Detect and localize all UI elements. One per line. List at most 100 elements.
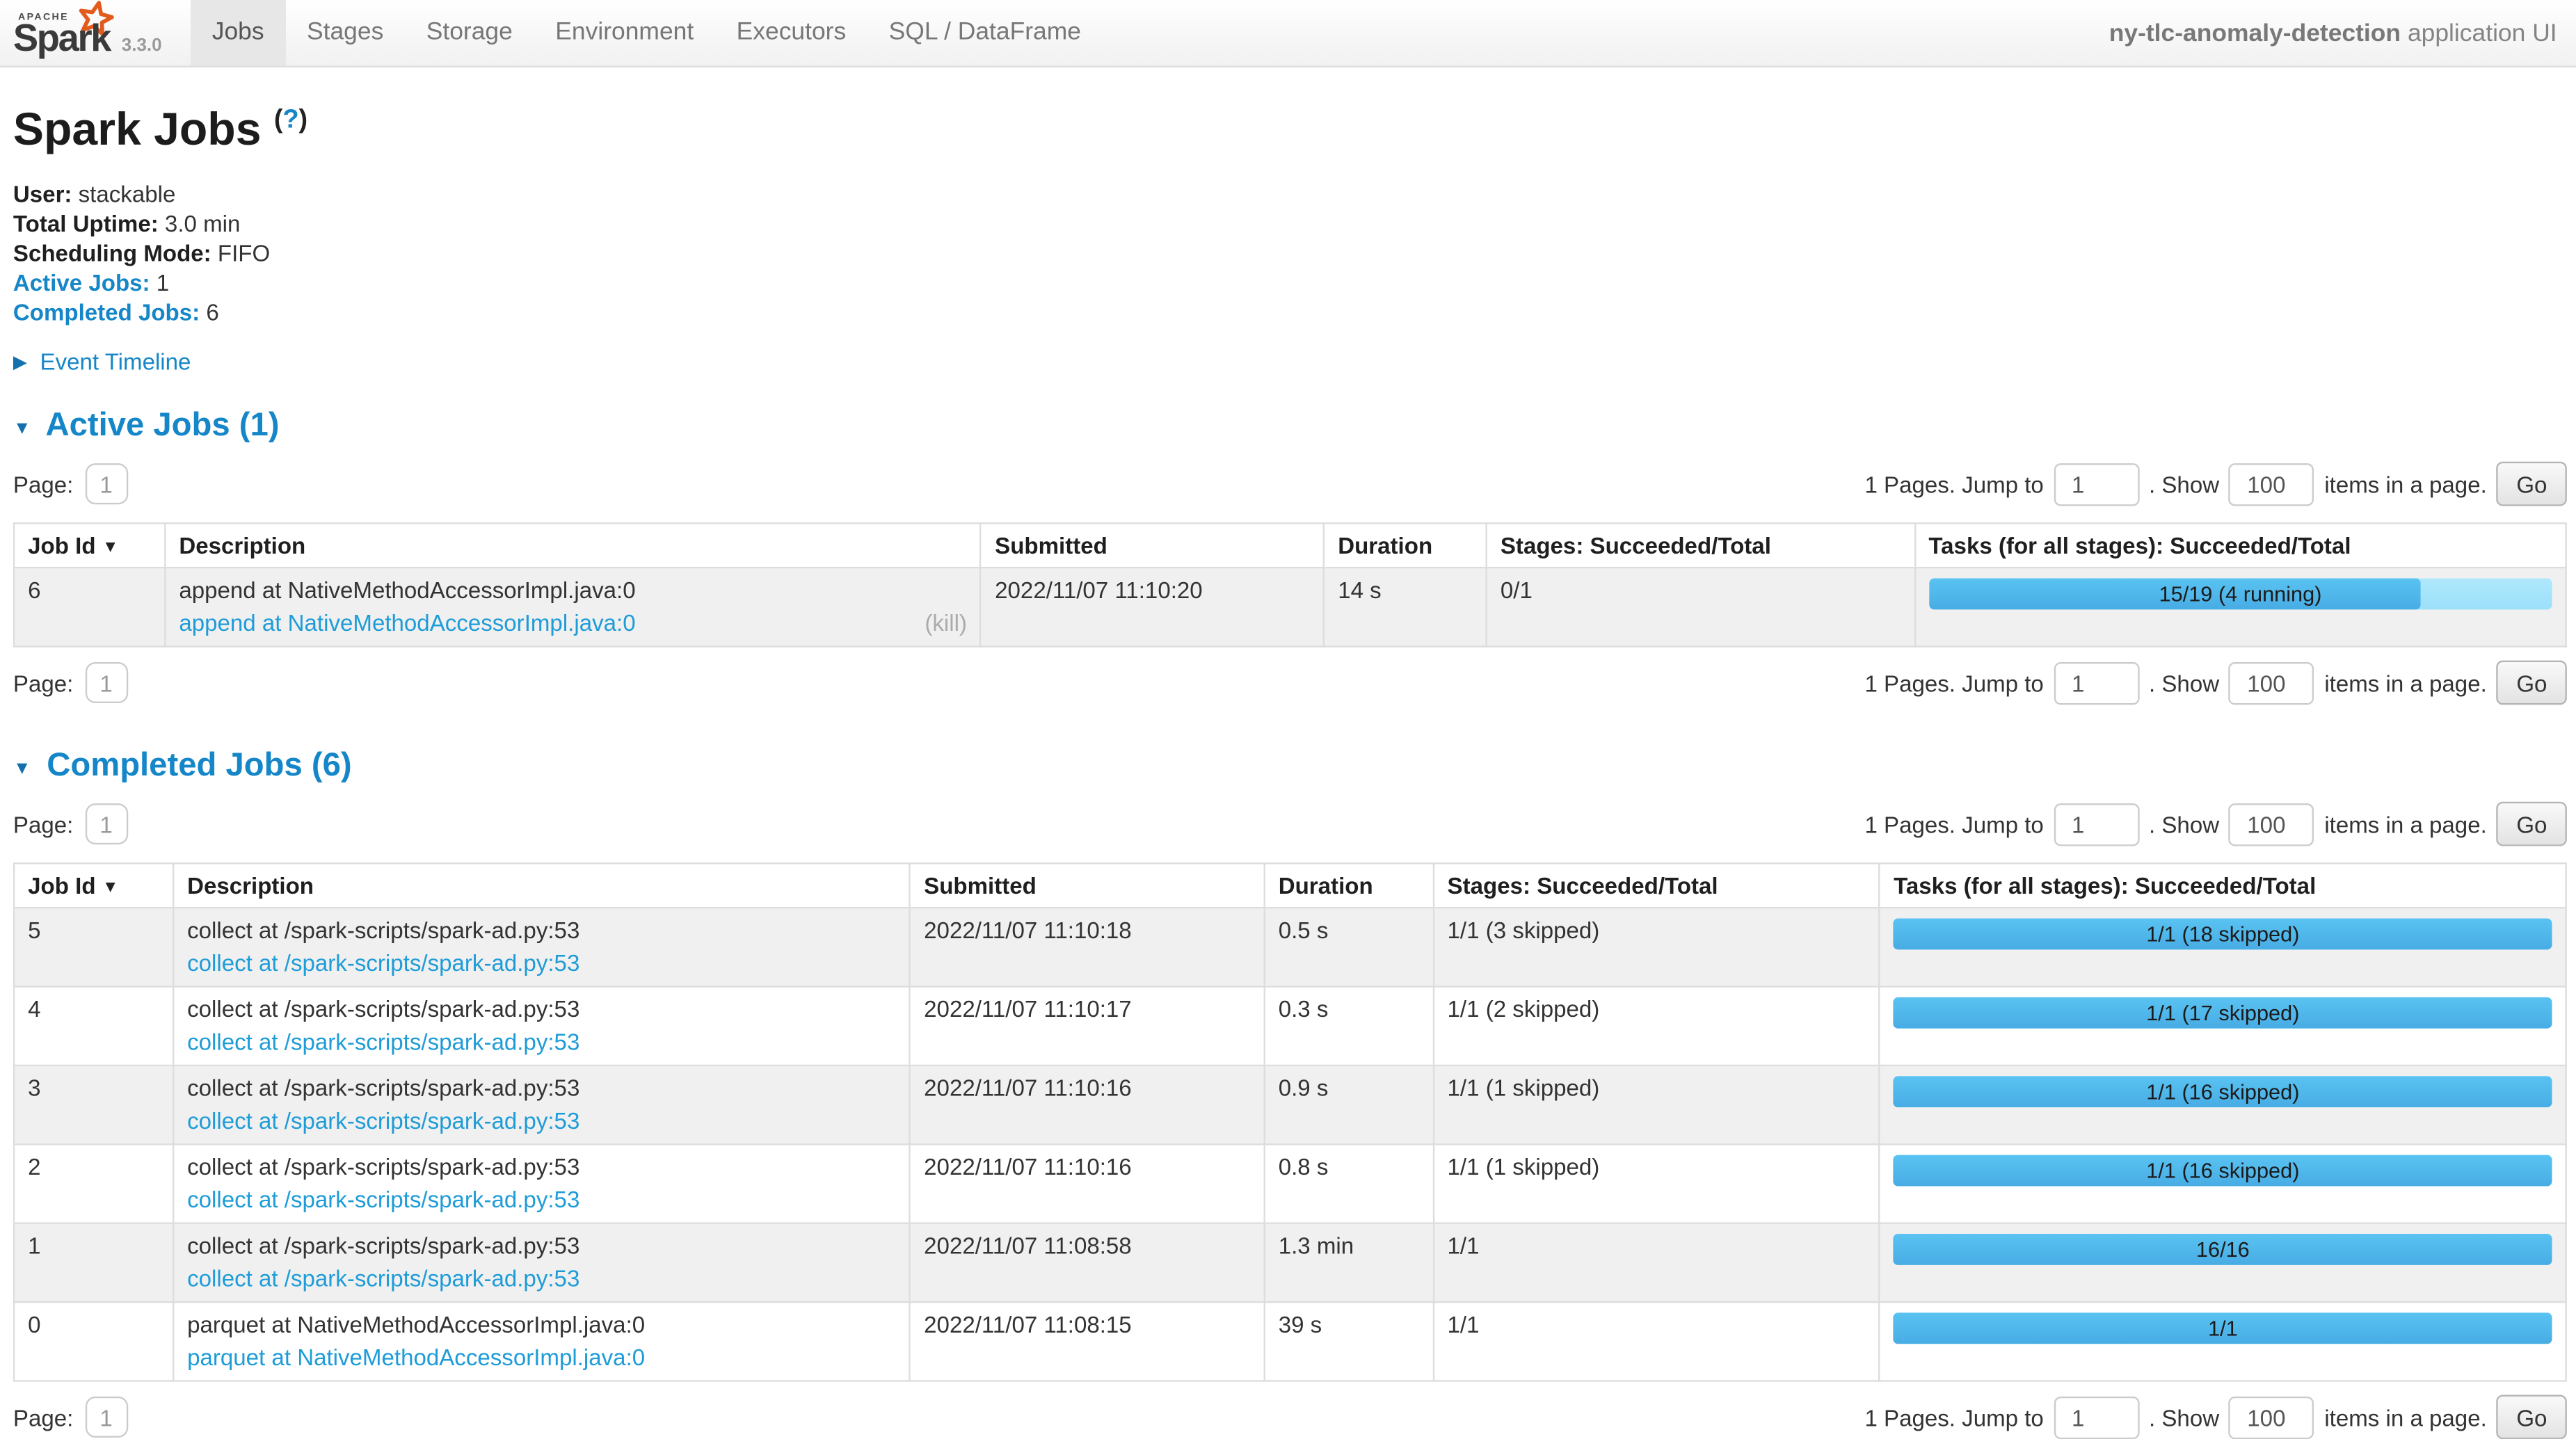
jump-to-input[interactable] — [2054, 803, 2139, 845]
page-title: Spark Jobs (?) — [13, 104, 2567, 156]
page-number-input[interactable] — [85, 1397, 127, 1438]
column-header-job-id[interactable]: Job Id▼ — [14, 863, 173, 908]
column-header-tasks[interactable]: Tasks (for all stages): Succeeded/Total — [1914, 523, 2566, 568]
stages-cell: 1/1 (2 skipped) — [1433, 987, 1880, 1066]
pages-count-text: 1 Pages. Jump to — [1864, 811, 2043, 837]
items-per-page-input[interactable] — [2229, 1396, 2314, 1438]
summary-item: Completed Jobs: 6 — [13, 298, 2567, 328]
description-cell: append at NativeMethodAccessorImpl.java:… — [165, 568, 981, 646]
job-row: 6append at NativeMethodAccessorImpl.java… — [14, 568, 2566, 646]
jump-to-input[interactable] — [2054, 1396, 2139, 1438]
page-number-input[interactable] — [85, 803, 127, 844]
duration-text: 0.5 s — [1279, 917, 1420, 944]
app-name: ny-tlc-anomaly-detection — [2109, 19, 2401, 47]
duration-cell: 0.5 s — [1265, 908, 1434, 986]
items-per-page-input[interactable] — [2229, 661, 2314, 704]
go-button[interactable]: Go — [2497, 1395, 2567, 1439]
stages-cell: 1/1 (1 skipped) — [1433, 1066, 1880, 1144]
go-button[interactable]: Go — [2497, 462, 2567, 506]
items-per-page-input[interactable] — [2229, 803, 2314, 845]
submitted-cell: 2022/11/07 11:10:16 — [910, 1066, 1265, 1144]
pagination-row-completed-top: Page:1 Pages. Jump to. Showitems in a pa… — [13, 802, 2567, 846]
table-header-row: Job Id▼DescriptionSubmittedDurationStage… — [14, 523, 2566, 568]
go-button[interactable]: Go — [2497, 661, 2567, 705]
submitted-cell: 2022/11/07 11:10:18 — [910, 908, 1265, 986]
column-header-duration[interactable]: Duration — [1324, 523, 1487, 568]
stages-cell: 1/1 (1 skipped) — [1433, 1144, 1880, 1223]
page-selector: Page: — [13, 662, 127, 703]
column-header-description[interactable]: Description — [165, 523, 981, 568]
summary-label[interactable]: Completed Jobs: — [13, 299, 200, 325]
items-per-page-input[interactable] — [2229, 463, 2314, 505]
pagination-row-active-top: Page:1 Pages. Jump to. Showitems in a pa… — [13, 462, 2567, 506]
column-header-submitted[interactable]: Submitted — [910, 863, 1265, 908]
description-link[interactable]: collect at /spark-scripts/spark-ad.py:53 — [187, 949, 579, 976]
page-number-input[interactable] — [85, 662, 127, 703]
tab-label[interactable]: SQL / DataFrame — [867, 0, 1103, 65]
description-link[interactable]: append at NativeMethodAccessorImpl.java:… — [179, 609, 635, 636]
tab-label[interactable]: Stages — [285, 0, 405, 65]
description-text: collect at /spark-scripts/spark-ad.py:53 — [187, 996, 896, 1024]
summary-value: 3.0 min — [165, 210, 240, 236]
tab-label[interactable]: Jobs — [191, 0, 285, 65]
help-link[interactable]: (?) — [274, 106, 307, 134]
tab-label[interactable]: Executors — [715, 0, 867, 65]
jump-to-input[interactable] — [2054, 463, 2139, 505]
job-row: 5 collect at /spark-scripts/spark-ad.py:5… — [14, 908, 2566, 986]
pagination-row-completed-bottom: Page:1 Pages. Jump to. Showitems in a pa… — [13, 1395, 2567, 1439]
items-text: items in a page. — [2324, 1404, 2486, 1431]
description-link[interactable]: collect at /spark-scripts/spark-ad.py:53 — [187, 1107, 579, 1134]
job-row: 0 parquet at NativeMethodAccessorImpl.jav… — [14, 1302, 2566, 1381]
chevron-down-icon: ▼ — [13, 419, 31, 438]
submitted-cell: 2022/11/07 11:10:20 — [981, 568, 1324, 646]
event-timeline-label: Event Timeline — [40, 348, 191, 375]
description-link[interactable]: parquet at NativeMethodAccessorImpl.java… — [187, 1344, 645, 1370]
task-progress-bar: 1/1 (16 skipped) — [1894, 1076, 2552, 1107]
column-header-description[interactable]: Description — [173, 863, 910, 908]
page-label: Page: — [13, 811, 73, 837]
help-question-icon: ? — [282, 106, 298, 134]
completed-jobs-heading[interactable]: ▼ Completed Jobs (6) — [13, 748, 2567, 785]
jump-to-input[interactable] — [2054, 661, 2139, 704]
job-id-cell: 0 — [14, 1302, 173, 1381]
task-progress-label: 1/1 (16 skipped) — [1894, 1155, 2552, 1187]
description-text: parquet at NativeMethodAccessorImpl.java… — [187, 1311, 896, 1339]
column-header-submitted[interactable]: Submitted — [981, 523, 1324, 568]
active-jobs-heading[interactable]: ▼ Active Jobs (1) — [13, 408, 2567, 445]
summary-value: 1 — [157, 269, 169, 296]
tab-storage: Storage — [405, 0, 534, 65]
description-cell: collect at /spark-scripts/spark-ad.py:53… — [173, 1223, 910, 1302]
page-number-input[interactable] — [85, 463, 127, 504]
kill-link[interactable]: (kill) — [925, 609, 967, 637]
tab-sql-dataframe: SQL / DataFrame — [867, 0, 1103, 65]
tab-label[interactable]: Environment — [534, 0, 715, 65]
description-link[interactable]: collect at /spark-scripts/spark-ad.py:53 — [187, 1265, 579, 1292]
page-jump-controls: 1 Pages. Jump to. Showitems in a page.Go — [1864, 462, 2566, 506]
column-header-stages[interactable]: Stages: Succeeded/Total — [1433, 863, 1880, 908]
stages-text: 1/1 (1 skipped) — [1448, 1153, 1866, 1181]
stages-text: 1/1 (1 skipped) — [1448, 1075, 1866, 1102]
column-header-duration[interactable]: Duration — [1265, 863, 1434, 908]
chevron-right-icon: ▶ — [13, 353, 27, 373]
tasks-cell: 1/1 (17 skipped) — [1880, 987, 2566, 1066]
description-links: collect at /spark-scripts/spark-ad.py:53 — [187, 1029, 896, 1056]
spark-version: 3.3.0 — [122, 36, 162, 56]
task-progress-label: 1/1 — [1894, 1312, 2552, 1344]
go-button[interactable]: Go — [2497, 802, 2567, 846]
tab-label[interactable]: Storage — [405, 0, 534, 65]
active-jobs-table: Job Id▼DescriptionSubmittedDurationStage… — [13, 522, 2567, 648]
tab-stages: Stages — [285, 0, 405, 65]
column-header-stages[interactable]: Stages: Succeeded/Total — [1487, 523, 1915, 568]
spark-logo[interactable]: APACHE Spark 3.3.0 — [0, 0, 171, 65]
description-link[interactable]: collect at /spark-scripts/spark-ad.py:53 — [187, 1029, 579, 1055]
pages-count-text: 1 Pages. Jump to — [1864, 1404, 2043, 1431]
column-header-tasks[interactable]: Tasks (for all stages): Succeeded/Total — [1880, 863, 2566, 908]
job-id-cell: 5 — [14, 908, 173, 986]
page-label: Page: — [13, 670, 73, 696]
summary-label[interactable]: Active Jobs: — [13, 269, 150, 296]
description-link[interactable]: collect at /spark-scripts/spark-ad.py:53 — [187, 1187, 579, 1213]
column-header-job-id[interactable]: Job Id▼ — [14, 523, 165, 568]
chevron-down-icon: ▼ — [13, 759, 31, 778]
event-timeline-toggle[interactable]: ▶ Event Timeline — [13, 348, 2567, 375]
job-id-cell: 4 — [14, 987, 173, 1066]
